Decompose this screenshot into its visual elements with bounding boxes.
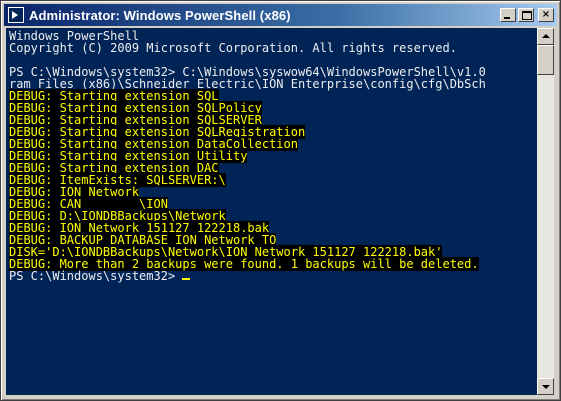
console-line: Copyright (C) 2009 Microsoft Corporation… xyxy=(9,41,457,55)
text-cursor xyxy=(182,278,191,280)
prompt-line: PS C:\Windows\system32> xyxy=(9,269,183,283)
close-button[interactable]: × xyxy=(538,8,554,22)
console-output[interactable]: Windows PowerShell Copyright (C) 2009 Mi… xyxy=(6,28,537,395)
powershell-window: Administrator: Windows PowerShell (x86) … xyxy=(0,0,561,401)
scroll-thumb[interactable] xyxy=(537,45,554,75)
maximize-button[interactable] xyxy=(518,8,534,22)
minimize-button[interactable] xyxy=(500,8,516,22)
scroll-up-button[interactable] xyxy=(537,28,554,45)
scroll-down-button[interactable] xyxy=(537,378,554,395)
window-title: Administrator: Windows PowerShell (x86) xyxy=(29,7,291,23)
vertical-scrollbar[interactable] xyxy=(537,28,554,395)
title-bar[interactable]: Administrator: Windows PowerShell (x86) … xyxy=(4,4,557,26)
powershell-icon[interactable] xyxy=(8,7,24,23)
